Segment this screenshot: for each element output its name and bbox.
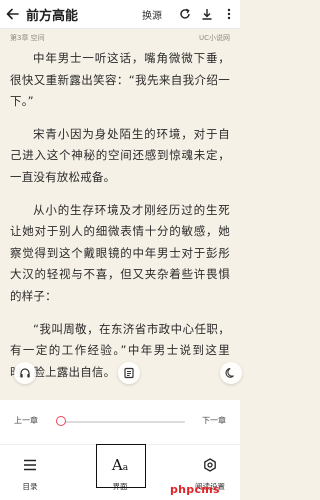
book-read-icon [124,367,134,379]
download-icon [202,9,212,20]
top-bar: 前方高能 换源 [0,0,240,29]
gear-icon [204,458,216,472]
progress-track[interactable] [58,421,185,423]
listen-button[interactable] [14,362,36,384]
auto-read-button[interactable] [118,362,140,384]
book-title: 前方高能 [26,8,79,24]
more-button[interactable] [218,0,240,28]
back-arrow-icon [6,8,19,20]
chapter-info: 第3章 空间 UC小说网 [10,33,230,45]
chapter-name: 第3章 空间 [10,34,45,42]
swap-source-button[interactable]: 换源 [142,7,162,22]
more-vertical-icon [227,8,231,20]
reader-content: 中年男士一听这话，嘴角微微下垂，很快又重新露出笑容：“我先来自我介绍一下。” 宋… [10,48,230,394]
chapter-progress-bar: 上一章 下一章 [0,400,240,444]
selected-tab-indicator [96,444,146,488]
moon-icon [225,368,234,378]
next-chapter-button[interactable]: 下一章 [202,415,226,426]
menu-list-icon [24,459,36,471]
progress-thumb[interactable] [55,416,66,426]
paragraph: 宋青小因为身处陌生的环境，对于自己进入这个神秘的空间还感到惊魂未定，一直没有放松… [10,126,230,184]
paragraph: 从小的生存环境及才刚经历过的生死让她对于别人的细微表情十分的敏感，她察觉得到这个… [10,202,230,303]
refresh-icon [180,8,190,19]
source-name: UC小说网 [198,34,230,42]
nav-toc-label: 目录 [22,482,38,491]
paragraph: 中年男士一听这话，嘴角微微下垂，很快又重新露出笑容：“我先来自我介绍一下。” [10,51,230,109]
refresh-button[interactable] [174,0,196,28]
prev-chapter-button[interactable]: 上一章 [14,415,38,426]
night-mode-button[interactable] [220,362,242,384]
back-button[interactable] [0,0,26,28]
nav-toc[interactable]: 目录 [0,445,60,500]
watermark: phpcms [170,483,220,496]
download-button[interactable] [196,0,218,28]
headphones-icon [20,368,30,378]
